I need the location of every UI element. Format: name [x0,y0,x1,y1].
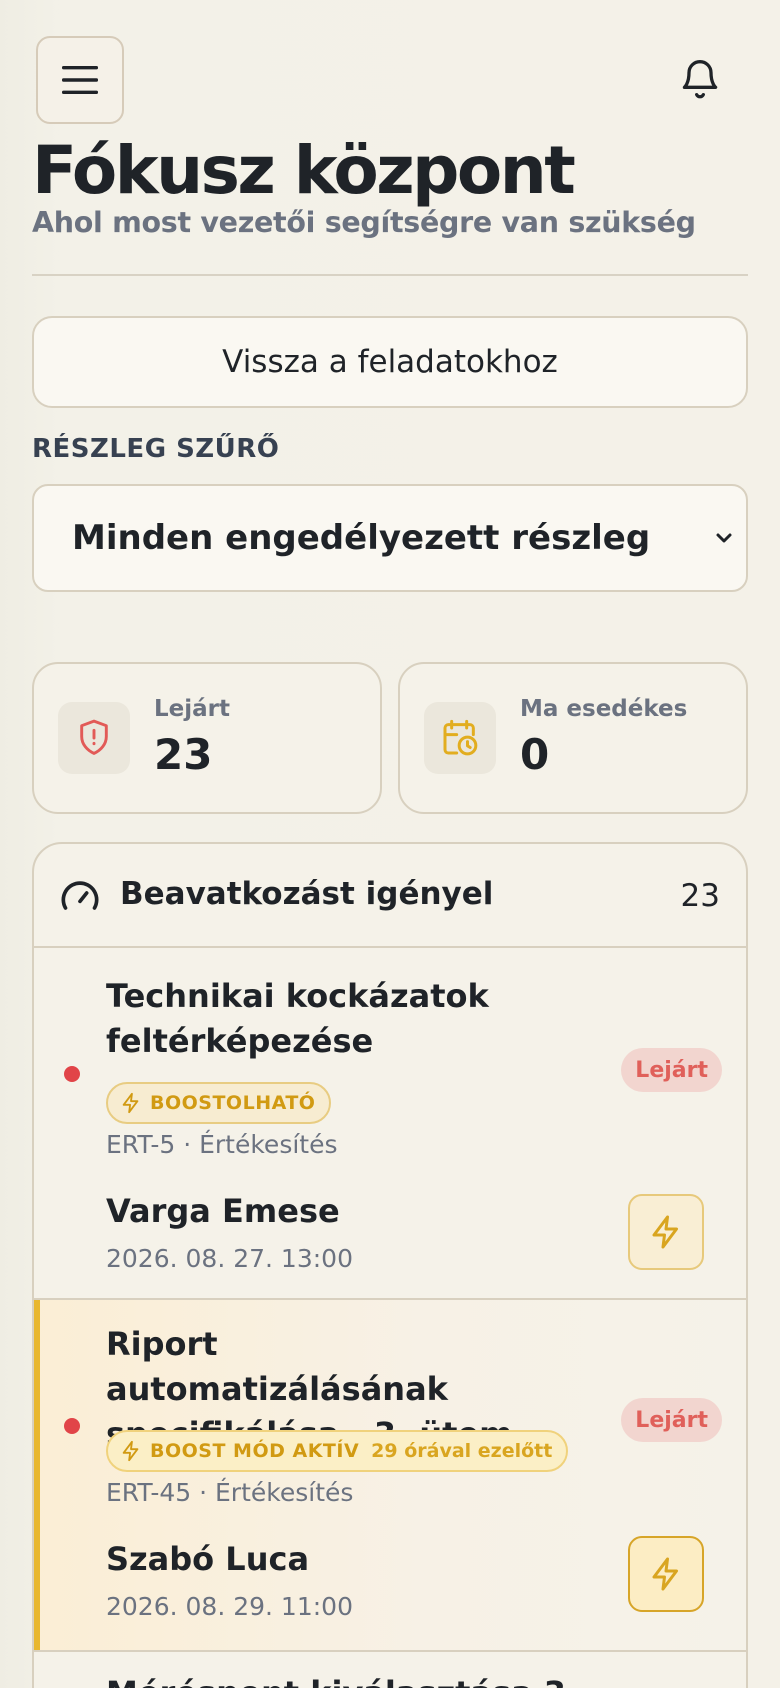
lightning-icon [122,1440,139,1462]
boost-active-badge: BOOST MÓD AKTÍV 29 órával ezelőtt [106,1430,569,1472]
stat-icon-box [58,702,130,774]
task-meta: ERT-5 · Értékesítés [106,1130,338,1159]
boost-button[interactable] [628,1536,704,1612]
gauge-icon [61,881,99,910]
hamburger-icon [62,66,98,94]
panel-title: Beavatkozást igényel [120,876,494,912]
badge-label: BOOST MÓD AKTÍV [150,1440,360,1462]
stat-icon-box [424,702,496,774]
task-row[interactable]: Riport automatizálásának specifikálása ·… [34,1300,746,1652]
panel-count: 23 [680,878,720,914]
overdue-dot [64,1418,80,1434]
menu-button[interactable] [36,36,124,124]
task-due-date: 2026. 08. 27. 13:00 [106,1244,353,1273]
status-badge: Lejárt [621,1048,722,1092]
department-filter-value: Minden engedélyezett részleg [72,518,651,558]
task-due-date: 2026. 08. 29. 11:00 [106,1592,353,1621]
boost-time-ago: 29 órával ezelőtt [371,1440,553,1462]
shield-alert-icon [80,719,108,755]
task-meta: ERT-45 · Értékesítés [106,1478,354,1507]
department-filter-label: RÉSZLEG SZŰRŐ [32,434,280,464]
back-to-tasks-button[interactable]: Vissza a feladatokhoz [32,316,748,408]
overdue-dot [64,1066,80,1082]
boostable-badge: BOOSTOLHATÓ [106,1082,332,1124]
stat-card-due-today: Ma esedékes 0 [398,662,748,814]
status-badge: Lejárt [621,1398,722,1442]
task-title: Technikai kockázatok feltérképezése [106,977,489,1060]
badge-label: BOOSTOLHATÓ [150,1092,316,1114]
page-title: Fókusz központ [32,132,576,209]
stat-value: 23 [154,730,213,779]
calendar-clock-icon [443,719,478,756]
lightning-icon [652,1557,678,1591]
assignee-name: Varga Emese [106,1192,340,1230]
bell-icon[interactable] [678,56,722,104]
department-filter-select[interactable]: Minden engedélyezett részleg [32,484,748,592]
stat-label: Lejárt [154,696,230,722]
boost-button[interactable] [628,1194,704,1270]
page-subtitle: Ahol most vezetői segítségre van szükség [32,206,696,239]
header-divider [32,274,748,276]
chevron-down-icon [716,533,732,543]
lightning-icon [652,1215,678,1249]
stat-value: 0 [520,730,550,779]
panel-header: Beavatkozást igényel 23 [34,844,746,948]
stat-card-overdue: Lejárt 23 [32,662,382,814]
task-title[interactable]: Méréspont kiválasztása 3 [106,1674,566,1688]
lightning-icon [122,1092,139,1114]
stat-label: Ma esedékes [520,696,688,722]
task-row[interactable]: Technikai kockázatok feltérképezése Lejá… [34,948,746,1300]
assignee-name: Szabó Luca [106,1540,310,1578]
intervention-panel: Beavatkozást igényel 23 Technikai kockáz… [32,842,748,1688]
